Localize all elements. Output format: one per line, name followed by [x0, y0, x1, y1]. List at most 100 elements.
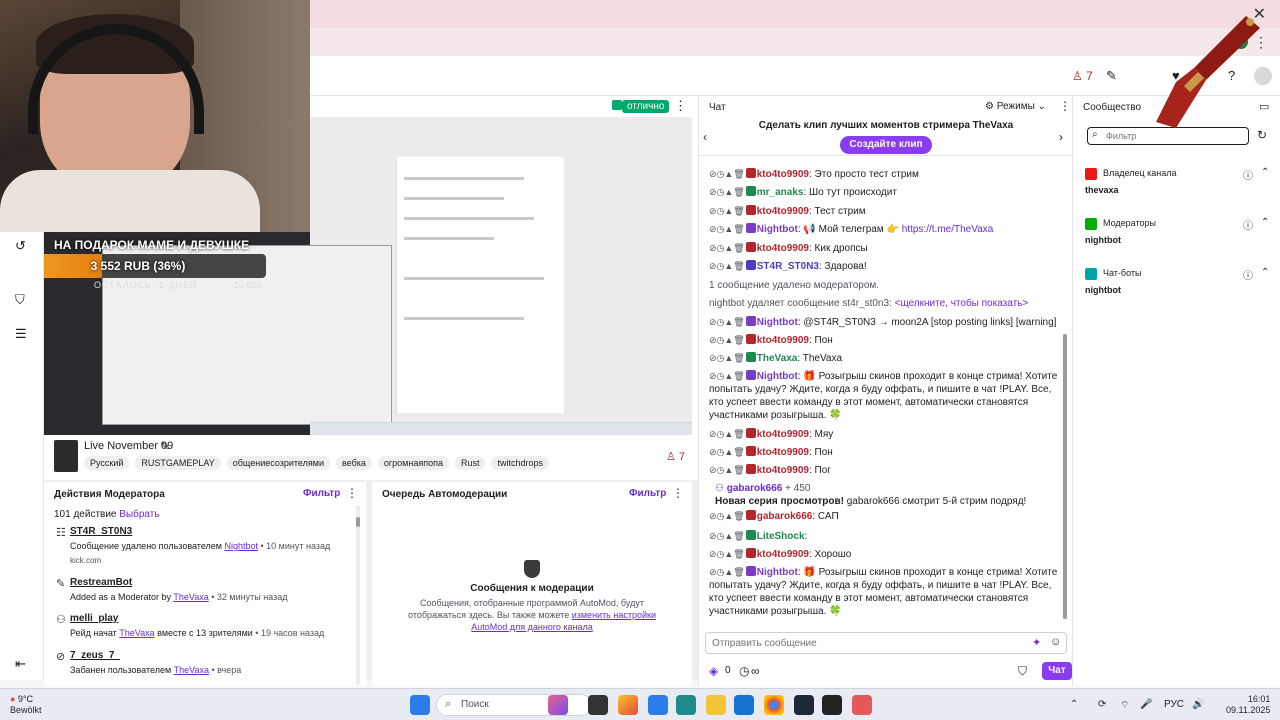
taskbar-search[interactable]: ⌕ Поиск	[436, 694, 592, 716]
copilot-icon[interactable]	[548, 695, 568, 715]
chat-username[interactable]: kto4to9909	[757, 429, 809, 440]
shield-icon[interactable]: ⛉	[15, 292, 25, 308]
photos-icon[interactable]	[618, 695, 638, 715]
mod-actions-scrollbar[interactable]	[356, 505, 360, 685]
chat-username[interactable]: gabarok666	[727, 483, 783, 494]
chat-username[interactable]: kto4to9909	[757, 549, 809, 560]
exit-icon[interactable]: ⇤	[15, 656, 26, 672]
twitch-app-icon[interactable]	[852, 695, 872, 715]
edge-icon[interactable]	[648, 695, 668, 715]
automod-filter[interactable]: Фильтр	[629, 488, 666, 499]
chat-message: ⊘◷▲🗑 mr_anaks: Шо тут происходит	[709, 186, 897, 198]
chat-modes-button[interactable]: ⚙ Режимы ⌄	[985, 101, 1046, 112]
magic-icon[interactable]: ✦	[1032, 636, 1041, 649]
chat-input-box[interactable]: ✦ ☺	[705, 632, 1067, 654]
chat-input[interactable]	[712, 636, 1012, 650]
volume-icon[interactable]: 🔊	[1192, 699, 1204, 710]
chat-username[interactable]: kto4to9909	[757, 243, 809, 254]
mod-action-user[interactable]: ST4R_ST0N3	[70, 526, 132, 537]
chat-send-button[interactable]: Чат	[1042, 662, 1072, 680]
emote-icon[interactable]: ☺	[1050, 636, 1061, 648]
quick-actions-icon[interactable]: ☰	[15, 326, 27, 342]
edit-icon[interactable]: ✎	[160, 439, 170, 453]
clock[interactable]: 16:01 09.11.2025	[1226, 694, 1270, 716]
automod-more-icon[interactable]: ⋮	[672, 486, 684, 500]
chevron-up-icon[interactable]: ⌃	[1261, 267, 1269, 278]
chevron-up-icon[interactable]: ⌃	[1261, 217, 1269, 228]
chevron-up-icon[interactable]: ⌃	[1070, 699, 1078, 710]
mic-icon[interactable]: 🎤	[1140, 699, 1152, 710]
language-indicator[interactable]: РУС	[1164, 699, 1184, 710]
mod-action-link[interactable]: TheVaxa	[174, 665, 209, 675]
mod-action-user[interactable]: 7_zeus_7_	[70, 650, 120, 661]
explorer-icon[interactable]	[706, 695, 726, 715]
outlook-icon[interactable]	[734, 695, 754, 715]
community-user[interactable]: nightbot	[1085, 285, 1121, 295]
chat-username[interactable]: kto4to9909	[757, 335, 809, 346]
community-filter-input[interactable]	[1106, 130, 1236, 142]
chevron-up-icon[interactable]: ⌃	[1261, 167, 1269, 178]
section-title: Чат-боты	[1103, 268, 1142, 278]
stream-tag[interactable]: twitchdrops	[491, 456, 550, 470]
obs-icon[interactable]	[822, 695, 842, 715]
stream-tag[interactable]: огромнаяпопа	[377, 456, 449, 470]
network-icon[interactable]: ⌔	[1120, 699, 1129, 712]
refresh-icon[interactable]: ↻	[1257, 128, 1267, 142]
stream-tag[interactable]: общениесозрителями	[226, 456, 330, 470]
chat-username[interactable]: Nightbot	[757, 567, 798, 578]
mod-actions-filter[interactable]: Фильтр	[303, 488, 340, 499]
chat-more-icon[interactable]: ⋮	[1059, 99, 1071, 113]
stream-health-badge: отлично	[622, 100, 670, 113]
mod-actions-more-icon[interactable]: ⋮	[346, 486, 358, 500]
chrome-icon[interactable]	[764, 695, 784, 715]
select-link[interactable]: Выбрать	[119, 509, 159, 520]
steam-icon[interactable]	[794, 695, 814, 715]
stream-tag[interactable]: RUSTGAMEPLAY	[135, 456, 221, 470]
show-deleted-link[interactable]: <щелкните, чтобы показать>	[895, 298, 1029, 309]
store-icon[interactable]	[676, 695, 696, 715]
pencil-icon[interactable]: ✎	[1106, 68, 1117, 84]
chat-username[interactable]: mr_anaks	[757, 187, 804, 198]
bits-icon[interactable]: ◈	[709, 664, 718, 678]
chevron-right-icon[interactable]: ›	[1059, 130, 1063, 144]
create-clip-button[interactable]: Создайте клип	[840, 136, 932, 154]
chat-username[interactable]: Nightbot	[757, 224, 798, 235]
task-view-icon[interactable]	[588, 695, 608, 715]
stream-info: Live November 09 ✎ Русский RUSTGAMEPLAY об…	[44, 436, 698, 480]
sync-icon[interactable]: ⟳	[1098, 699, 1106, 710]
chat-message: ⊘◷▲🗑 Nightbot: 📢 Мой телеграм 👉 https://t…	[709, 223, 994, 235]
chat-scrollbar[interactable]	[1063, 334, 1067, 619]
chat-username[interactable]: kto4to9909	[757, 465, 809, 476]
shield-icon[interactable]: ⛉	[1018, 664, 1027, 679]
info-icon[interactable]: ⓘ	[1243, 167, 1253, 182]
mod-action-link[interactable]: Nightbot	[224, 541, 258, 551]
chat-username[interactable]: kto4to9909	[757, 169, 809, 180]
chat-username[interactable]: ST4R_ST0N3	[757, 261, 819, 272]
stream-more-icon[interactable]: ⋮	[674, 98, 687, 114]
chat-username[interactable]: TheVaxa	[757, 353, 798, 364]
history-icon[interactable]: ↺	[15, 238, 26, 254]
chat-username[interactable]: kto4to9909	[757, 206, 809, 217]
mod-action-user[interactable]: melli_play	[70, 613, 118, 624]
community-user[interactable]: thevaxa	[1085, 185, 1119, 195]
chat-username[interactable]: kto4to9909	[757, 447, 809, 458]
chat-username[interactable]: Nightbot	[757, 317, 798, 328]
chat-username[interactable]: Nightbot	[757, 371, 798, 382]
chevron-left-icon[interactable]: ‹	[703, 130, 707, 144]
timer-icon[interactable]: ◷	[739, 664, 749, 678]
weather-widget[interactable]: ● 9°C Bewölkt	[10, 694, 42, 716]
stream-tag[interactable]: Rust	[454, 456, 486, 470]
chat-username[interactable]: LiteShock	[757, 531, 805, 542]
mod-action-link[interactable]: TheVaxa	[119, 628, 154, 638]
chat-link[interactable]: https://t.me/TheVaxa	[902, 224, 994, 235]
community-user[interactable]: nightbot	[1085, 235, 1121, 245]
mod-action-link[interactable]: TheVaxa	[173, 592, 208, 602]
info-icon[interactable]: ⓘ	[1243, 217, 1253, 232]
role-badge-icon	[1085, 218, 1097, 230]
stream-tag[interactable]: вебка	[335, 456, 372, 470]
start-icon[interactable]	[410, 695, 430, 715]
stream-tag[interactable]: Русский	[84, 456, 130, 470]
chat-username[interactable]: gabarok666	[757, 511, 813, 522]
info-icon[interactable]: ⓘ	[1243, 267, 1253, 282]
mod-action-user[interactable]: RestreamBot	[70, 577, 132, 588]
